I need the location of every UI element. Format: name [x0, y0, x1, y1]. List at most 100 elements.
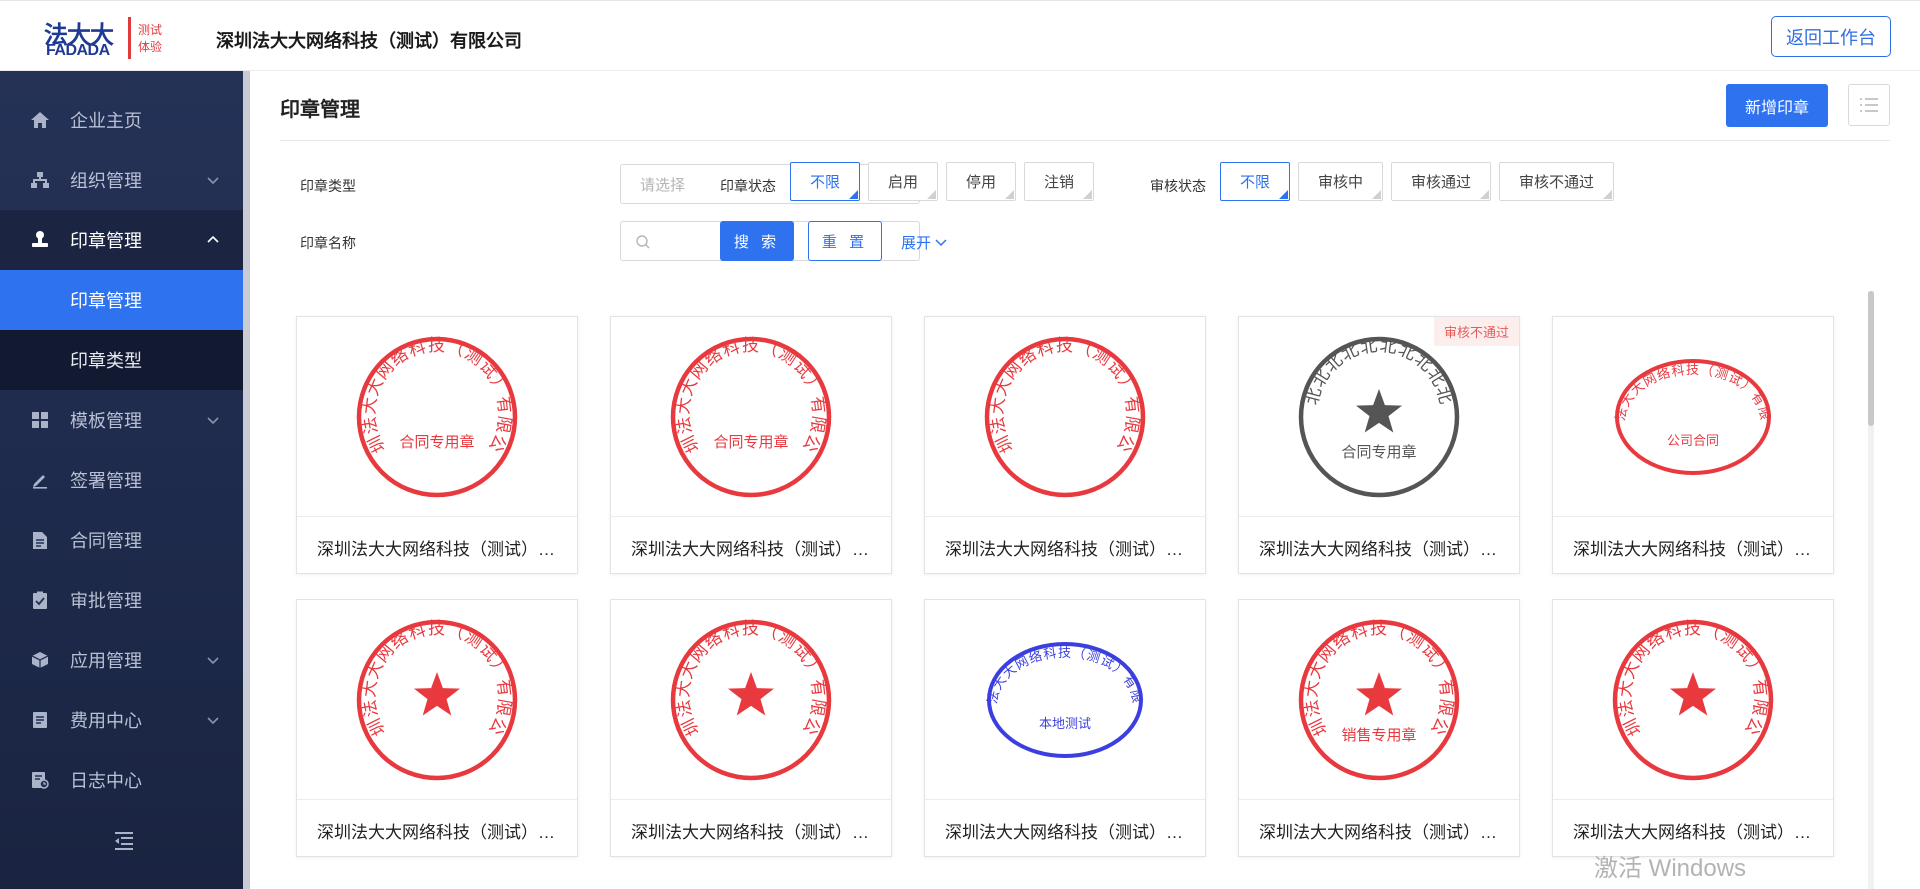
seal-status-option-enabled[interactable]: 启用	[868, 162, 938, 201]
seal-name-label: 印章名称	[300, 235, 356, 251]
collapse-sidebar-icon[interactable]	[112, 831, 136, 851]
reset-button[interactable]: 重 置	[808, 221, 882, 261]
sidebar-item-label: 模板管理	[70, 411, 142, 431]
logo-divider	[128, 17, 131, 59]
sidebar: 企业主页 组织管理 印章管理 印章管理 印章类型 模板管理 签署管理 合同管理 …	[0, 71, 243, 889]
content-scrollbar[interactable]	[1868, 291, 1874, 889]
seal-image: 深圳法大大网络科技（测试）有限公司	[925, 317, 1205, 517]
review-status-option-any[interactable]: 不限	[1220, 162, 1290, 201]
sidebar-subitem-label: 印章类型	[70, 351, 142, 371]
seal-center-text: 公司合同	[1667, 434, 1719, 449]
seal-card-name: 深圳法大大网络科技（测试）有限公司	[317, 540, 557, 559]
seal-card[interactable]: 深圳法大大网络科技（测试）有限公司 深圳法大大网络科技（测试）有限公司	[1552, 599, 1834, 857]
scrollbar-thumb[interactable]	[1868, 291, 1874, 426]
list-icon	[1860, 98, 1878, 112]
seal-card[interactable]: 深圳法大大网络科技（测试）有限公司 深圳法大大网络科技（测试）有限公司	[610, 599, 892, 857]
seal-card-name: 深圳法大大网络科技（测试）有限公司	[631, 823, 871, 842]
seal-card-name: 深圳法大大网络科技（测试）有限公司	[1259, 823, 1499, 842]
seal-card[interactable]: 深圳法大大网络科技（测试）有限公司 销售专用章 深圳法大大网络科技（测试）有限公…	[1238, 599, 1520, 857]
company-name: 深圳法大大网络科技（测试）有限公司	[216, 31, 522, 51]
cube-icon	[30, 650, 50, 670]
seal-status-option-any[interactable]: 不限	[790, 162, 860, 201]
review-status-option-pending[interactable]: 审核中	[1298, 162, 1383, 201]
seal-card-name: 深圳法大大网络科技（测试）有限公司	[631, 540, 871, 559]
seal-image: 深圳法大大网络科技（测试）有限公司 公司合同	[1553, 317, 1833, 517]
sidebar-subitem-seal-manage[interactable]: 印章管理	[0, 270, 243, 330]
sidebar-item-logs[interactable]: 日志中心	[0, 750, 243, 810]
seal-arc-text: 深圳法大大网络科技（测试）有限公司	[1603, 610, 1770, 739]
sidebar-item-template[interactable]: 模板管理	[0, 390, 243, 450]
seal-center-text: 合同专用章	[713, 433, 788, 451]
seal-card-name: 深圳法大大网络科技（测试）有限公司	[1259, 540, 1499, 559]
seal-status-option-disabled[interactable]: 停用	[946, 162, 1016, 201]
sidebar-item-label: 应用管理	[70, 651, 142, 671]
seal-icon	[30, 230, 50, 250]
logo-tag-line2: 体验	[138, 40, 163, 54]
seal-image: 深圳法大大网络科技（测试）有限公司 合同专用章	[611, 317, 891, 517]
chevron-down-icon	[207, 417, 219, 425]
seal-image: 深圳法大大网络科技（测试）有限公司 销售专用章	[1239, 600, 1519, 800]
seal-card-name: 深圳法大大网络科技（测试）有限公司	[1573, 540, 1813, 559]
search-icon	[636, 235, 650, 249]
seal-center-text: 本地测试	[1039, 717, 1091, 732]
sidebar-item-apps[interactable]: 应用管理	[0, 630, 243, 690]
sidebar-item-seal[interactable]: 印章管理	[0, 210, 243, 270]
expand-filters-link[interactable]: 展开	[901, 232, 947, 253]
seal-card[interactable]: 深圳法大大网络科技（测试）有限公司 深圳法大大网络科技（测试）有限公司	[296, 599, 578, 857]
review-rejected-badge: 审核不通过	[1433, 317, 1519, 346]
sidebar-item-approval[interactable]: 审批管理	[0, 570, 243, 630]
main-content: 印章管理 新增印章 印章类型 请选择 印章状态 不限 启用 停用 注销 审核状态…	[250, 71, 1920, 889]
seal-card-name: 深圳法大大网络科技（测试）有限公司	[317, 823, 557, 842]
seal-arc-text: 深圳法大大网络科技（测试）有限公司	[347, 610, 514, 739]
seal-card[interactable]: 深圳法大大网络科技（测试）有限公司 合同专用章 深圳法大大网络科技（测试）有限公…	[296, 316, 578, 574]
back-to-workbench-button[interactable]: 返回工作台	[1771, 16, 1891, 57]
review-status-option-rejected[interactable]: 审核不通过	[1499, 162, 1614, 201]
list-view-button[interactable]	[1848, 84, 1890, 126]
org-icon	[30, 170, 50, 190]
search-button[interactable]: 搜 索	[720, 221, 794, 261]
sidebar-item-label: 合同管理	[70, 531, 142, 551]
seal-card[interactable]: 深圳法大大网络科技（测试）有限公司 本地测试 深圳法大大网络科技（测试）有限公司	[924, 599, 1206, 857]
seal-type-label: 印章类型	[300, 178, 356, 194]
home-icon	[30, 110, 50, 130]
bill-icon	[30, 710, 50, 730]
sidebar-subitem-label: 印章管理	[70, 291, 142, 311]
review-status-label: 审核状态	[1150, 178, 1206, 194]
sidebar-item-label: 印章管理	[70, 231, 142, 251]
sidebar-item-contract[interactable]: 合同管理	[0, 510, 243, 570]
svg-text:深圳法大大网络科技（测试）有限公司: 深圳法大大网络科技（测试）有限公司	[1289, 610, 1457, 739]
clipboard-check-icon	[30, 590, 50, 610]
svg-text:深圳法大大网络科技（测试）有限公司: 深圳法大大网络科技（测试）有限公司	[975, 327, 1143, 456]
sidebar-item-home[interactable]: 企业主页	[0, 90, 243, 150]
seal-image: 北北北北北北北北北北 合同专用章	[1239, 317, 1519, 517]
seal-image: 深圳法大大网络科技（测试）有限公司	[1553, 600, 1833, 800]
sidebar-item-billing[interactable]: 费用中心	[0, 690, 243, 750]
svg-text:深圳法大大网络科技（测试）有限公司: 深圳法大大网络科技（测试）有限公司	[1603, 610, 1771, 739]
seal-image: 深圳法大大网络科技（测试）有限公司 本地测试	[925, 600, 1205, 800]
seal-card[interactable]: 深圳法大大网络科技（测试）有限公司 公司合同 深圳法大大网络科技（测试）有限公司	[1552, 316, 1834, 574]
sidebar-item-org[interactable]: 组织管理	[0, 150, 243, 210]
seal-card[interactable]: 深圳法大大网络科技（测试）有限公司 合同专用章 深圳法大大网络科技（测试）有限公…	[610, 316, 892, 574]
chevron-down-icon	[935, 238, 947, 246]
page-title: 印章管理	[280, 99, 360, 121]
seal-type-placeholder: 请选择	[640, 176, 686, 194]
logo-sub-text: FADADA	[46, 42, 110, 59]
review-status-option-approved[interactable]: 审核通过	[1391, 162, 1491, 201]
title-divider	[280, 140, 1890, 141]
windows-activation-watermark: 激活 Windows	[1594, 855, 1747, 882]
sidebar-item-sign[interactable]: 签署管理	[0, 450, 243, 510]
sidebar-subitem-seal-type[interactable]: 印章类型	[0, 330, 243, 390]
add-seal-button[interactable]: 新增印章	[1726, 84, 1828, 127]
chevron-down-icon	[207, 717, 219, 725]
fadada-logo[interactable]: 法大大 FADADA 测试 体验	[44, 15, 168, 61]
expand-label: 展开	[901, 235, 932, 252]
svg-text:深圳法大大网络科技（测试）有限公司: 深圳法大大网络科技（测试）有限公司	[347, 610, 515, 739]
sidebar-item-label: 签署管理	[70, 471, 142, 491]
seal-center-text: 销售专用章	[1341, 726, 1416, 744]
seal-image: 深圳法大大网络科技（测试）有限公司	[611, 600, 891, 800]
seal-card[interactable]: 北北北北北北北北北北 合同专用章 审核不通过深圳法大大网络科技（测试）有限公司	[1238, 316, 1520, 574]
seal-status-option-cancelled[interactable]: 注销	[1024, 162, 1094, 201]
sidebar-scrollbar[interactable]	[243, 71, 250, 889]
seal-card[interactable]: 深圳法大大网络科技（测试）有限公司 深圳法大大网络科技（测试）有限公司	[924, 316, 1206, 574]
sidebar-item-label: 日志中心	[70, 771, 142, 791]
